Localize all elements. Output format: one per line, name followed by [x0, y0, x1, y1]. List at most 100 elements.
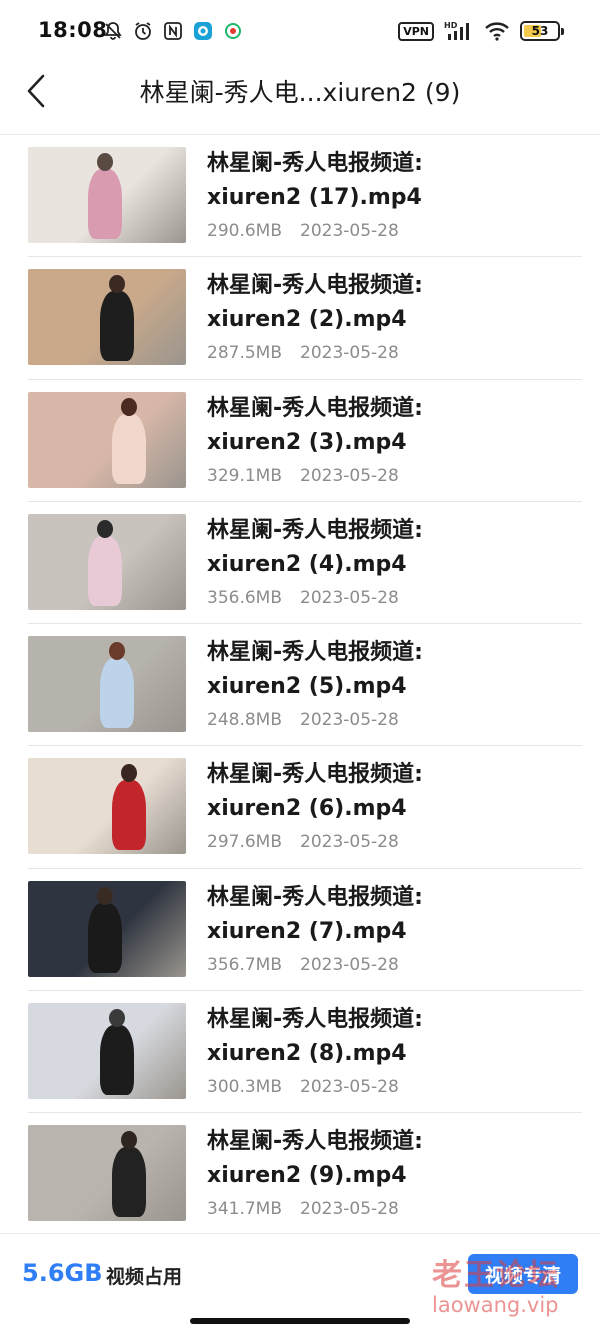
file-name: 林星阑-秀人电报频道: xiuren2 (17).mp4: [207, 147, 577, 215]
thumbnail-figure: [100, 658, 134, 729]
file-item[interactable]: 林星阑-秀人电报频道: xiuren2 (2).mp4 287.5MB 2023-05…: [28, 257, 582, 380]
watermark-text: 老王论坛: [432, 1258, 560, 1293]
thumbnail-figure: [88, 169, 122, 239]
file-item[interactable]: 林星阑-秀人电报频道: xiuren2 (3).mp4 329.1MB 2023-05…: [28, 380, 582, 502]
file-name-line2: xiuren2 (17).mp4: [207, 185, 422, 210]
video-thumbnail[interactable]: [28, 636, 186, 733]
file-name-line1: 林星阑-秀人电报频道:: [207, 640, 423, 666]
file-meta: 341.7MB 2023-05-28: [207, 1199, 399, 1219]
mute-bell-icon: [102, 20, 124, 42]
file-date: 2023-05-28: [300, 343, 399, 364]
file-item[interactable]: 林星阑-秀人电报频道: xiuren2 (4).mp4 356.6MB 2023-05…: [28, 502, 582, 625]
status-bar: 18:08 VPN HD 53: [0, 0, 600, 62]
file-list: 林星阑-秀人电报频道: xiuren2 (17).mp4 290.6MB 2023-0…: [0, 135, 600, 1236]
video-thumbnail[interactable]: [28, 1125, 186, 1222]
file-name: 林星阑-秀人电报频道: xiuren2 (9).mp4: [207, 1125, 577, 1193]
network-type-label: HD: [444, 21, 458, 30]
chevron-left-icon: [27, 74, 45, 108]
file-name-line1: 林星阑-秀人电报频道:: [207, 395, 423, 421]
storage-label: 视频占用: [106, 1266, 183, 1288]
file-item[interactable]: 林星阑-秀人电报频道: xiuren2 (8).mp4 300.3MB 2023-05…: [28, 991, 582, 1114]
video-thumbnail[interactable]: [28, 758, 186, 855]
file-size: 290.6MB: [207, 221, 282, 241]
file-name: 林星阑-秀人电报频道: xiuren2 (5).mp4: [207, 636, 577, 704]
app-icon: [192, 20, 214, 42]
video-thumbnail[interactable]: [28, 147, 186, 243]
thumbnail-figure: [112, 1147, 146, 1218]
signal-icon: HD: [444, 20, 474, 42]
file-name-line1: 林星阑-秀人电报频道:: [207, 1129, 423, 1155]
file-item[interactable]: 林星阑-秀人电报频道: xiuren2 (6).mp4 297.6MB 2023-05…: [28, 746, 582, 869]
file-item[interactable]: 林星阑-秀人电报频道: xiuren2 (9).mp4 341.7MB 2023-05…: [28, 1113, 582, 1236]
file-meta: 329.1MB 2023-05-28: [207, 466, 399, 486]
file-name-line1: 林星阑-秀人电报频道:: [207, 273, 423, 299]
back-button[interactable]: [18, 68, 54, 114]
home-indicator[interactable]: [190, 1318, 410, 1324]
file-size: 287.5MB: [207, 343, 282, 364]
file-item[interactable]: 林星阑-秀人电报频道: xiuren2 (5).mp4 248.8MB 2023-05…: [28, 624, 582, 747]
thumbnail-figure: [100, 1025, 134, 1096]
status-icons-right: VPN HD 53: [398, 20, 564, 42]
file-name-line2: xiuren2 (4).mp4: [207, 551, 407, 577]
file-name-line1: 林星阑-秀人电报频道:: [207, 517, 423, 543]
file-size: 248.8MB: [207, 710, 282, 731]
thumbnail-figure-head: [97, 153, 113, 171]
header: 林星阑-秀人电...xiuren2 (9): [0, 62, 600, 122]
thumbnail-figure-head: [97, 886, 113, 905]
file-name: 林星阑-秀人电报频道: xiuren2 (2).mp4: [207, 269, 577, 337]
battery-icon: 53: [520, 21, 564, 41]
alarm-icon: [132, 20, 154, 42]
thumbnail-figure-head: [97, 519, 113, 538]
file-name: 林星阑-秀人电报频道: xiuren2 (7).mp4: [207, 881, 577, 949]
file-name-line2: xiuren2 (5).mp4: [207, 674, 407, 700]
file-date: 2023-05-28: [300, 465, 399, 486]
file-meta: 287.5MB 2023-05-28: [207, 343, 399, 363]
file-name-line2: xiuren2 (2).mp4: [207, 307, 407, 333]
file-size: 329.1MB: [207, 465, 282, 486]
file-name-line1: 林星阑-秀人电报频道:: [207, 762, 423, 788]
file-size: 297.6MB: [207, 832, 282, 853]
file-meta: 290.6MB 2023-05-28: [207, 221, 399, 241]
file-date: 2023-05-28: [300, 587, 399, 608]
file-size: 341.7MB: [207, 1199, 282, 1220]
nfc-icon: [162, 20, 184, 42]
thumbnail-figure-head: [109, 1009, 125, 1028]
video-thumbnail[interactable]: [28, 391, 186, 488]
thumbnail-figure: [100, 291, 134, 362]
file-name-line2: xiuren2 (7).mp4: [207, 918, 407, 944]
file-item[interactable]: 林星阑-秀人电报频道: xiuren2 (7).mp4 356.7MB 2023-05…: [28, 869, 582, 992]
thumbnail-figure: [88, 535, 122, 606]
thumbnail-figure: [88, 902, 122, 973]
file-size: 356.7MB: [207, 954, 282, 975]
file-date: 2023-05-28: [300, 954, 399, 975]
file-meta: 356.6MB 2023-05-28: [207, 588, 399, 608]
file-name-line1: 林星阑-秀人电报频道:: [207, 151, 423, 176]
battery-level: 53: [531, 24, 549, 38]
vpn-icon: VPN: [398, 21, 434, 41]
file-name-line2: xiuren2 (8).mp4: [207, 1041, 407, 1067]
video-thumbnail[interactable]: [28, 513, 186, 610]
file-item[interactable]: 林星阑-秀人电报频道: xiuren2 (17).mp4 290.6MB 2023-0…: [28, 135, 582, 258]
thumbnail-figure: [112, 780, 146, 851]
status-icons-left: [102, 20, 244, 42]
status-time: 18:08: [38, 18, 108, 42]
file-name-line2: xiuren2 (6).mp4: [207, 796, 407, 822]
file-date: 2023-05-28: [300, 710, 399, 731]
video-thumbnail[interactable]: [28, 1003, 186, 1100]
video-thumbnail[interactable]: [28, 880, 186, 977]
file-meta: 356.7MB 2023-05-28: [207, 955, 399, 975]
video-thumbnail[interactable]: [28, 269, 186, 366]
file-date: 2023-05-28: [300, 221, 399, 241]
file-date: 2023-05-28: [300, 832, 399, 853]
wifi-icon: [484, 20, 510, 42]
file-meta: 300.3MB 2023-05-28: [207, 1077, 399, 1097]
app-icon-2: [222, 20, 244, 42]
file-name: 林星阑-秀人电报频道: xiuren2 (4).mp4: [207, 514, 577, 582]
page-title: 林星阑-秀人电...xiuren2 (9): [139, 78, 461, 107]
file-size: 356.6MB: [207, 587, 282, 608]
file-date: 2023-05-28: [300, 1199, 399, 1220]
thumbnail-figure-head: [121, 397, 137, 416]
file-name-line1: 林星阑-秀人电报频道:: [207, 884, 423, 910]
file-date: 2023-05-28: [300, 1077, 399, 1098]
file-name-line1: 林星阑-秀人电报频道:: [207, 1007, 423, 1033]
